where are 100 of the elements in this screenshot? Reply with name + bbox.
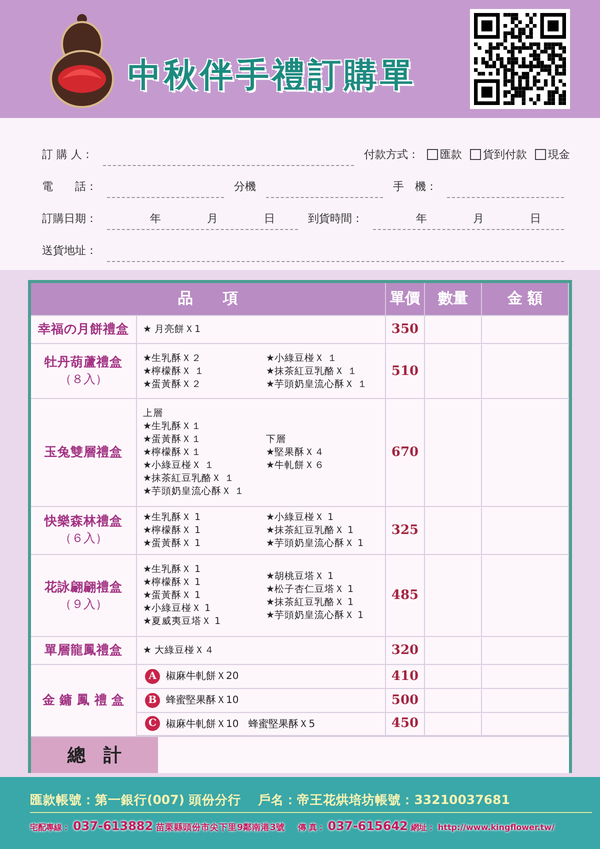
- contents-line: 椒麻牛軋餅Ｘ10 蜂蜜堅果酥Ｘ5: [166, 718, 316, 731]
- checkbox-label: 貨到付款: [483, 147, 527, 162]
- unit-price: 510: [386, 344, 425, 398]
- fill-in-line[interactable]: [107, 260, 564, 262]
- layer-heading: 下層: [266, 432, 287, 446]
- unit-price: 410: [386, 665, 425, 689]
- contents-line: 椒麻牛軋餅Ｘ20: [166, 670, 239, 684]
- contact-label: 宅配專線：: [30, 822, 70, 833]
- contact-label: 傳 真：: [298, 822, 325, 833]
- fill-in-line[interactable]: [266, 196, 383, 198]
- contents-line: ★松子杏仁豆塔Ｘ 1: [266, 582, 355, 596]
- option-badge: A: [145, 668, 160, 684]
- field-label: 送貨地址：: [42, 243, 97, 259]
- option-badge: C: [145, 716, 160, 732]
- contents-line: ★蛋黃酥Ｘ 1: [143, 589, 202, 602]
- gift-box-name: 快樂森林禮盒: [44, 513, 122, 530]
- option-badge: B: [145, 692, 160, 708]
- unit-price: 500: [386, 688, 425, 713]
- layer-heading: 上層: [143, 406, 164, 420]
- gift-box-name: 花詠翩翩禮盒: [44, 578, 122, 596]
- contents-line: ★芋頭奶皇流心酥Ｘ 1: [266, 536, 365, 550]
- contents-line: ★檸檬酥Ｘ 1: [143, 576, 202, 590]
- gift-box-name: 牡丹葫蘆禮盒: [44, 354, 122, 372]
- unit-price: 670: [386, 398, 425, 506]
- unit-price: 325: [386, 506, 425, 554]
- quantity-cell[interactable]: [425, 712, 482, 736]
- field-label: 訂 購 人：: [42, 147, 93, 163]
- gift-box-name: 玉兔雙層禮盒: [44, 444, 122, 461]
- unit-price: 320: [386, 637, 425, 664]
- contents-line: ★牛軋餅Ｘ６: [266, 458, 326, 472]
- contents-line: ★生乳酥Ｘ１: [143, 420, 203, 433]
- contents-line: ★檸檬酥Ｘ１: [143, 446, 203, 459]
- contents-line: ★蛋黃酥Ｘ 1: [143, 536, 202, 550]
- column-header: 品 項: [31, 283, 386, 315]
- checkbox[interactable]: [535, 149, 546, 160]
- piece-count: （６入）: [60, 530, 108, 548]
- contents-line: ★檸檬酥Ｘ １: [143, 364, 206, 378]
- date-unit: 年: [150, 211, 161, 227]
- contents-line: ★胡桃豆塔Ｘ 1: [266, 570, 335, 583]
- contents-line: ★小綠豆椪Ｘ 1: [266, 510, 335, 524]
- date-unit: 日: [264, 211, 275, 227]
- fill-in-line[interactable]: [447, 196, 564, 198]
- contents-line: 蜂蜜堅果酥Ｘ10: [166, 694, 239, 708]
- phone-number: 037-615642: [328, 819, 408, 833]
- gift-box-name: 金 鏞 鳳 禮 盒: [42, 692, 125, 710]
- checkbox[interactable]: [470, 149, 481, 160]
- contents-line: ★生乳酥Ｘ 1: [143, 510, 202, 524]
- contents-line: ★芋頭奶皇流心酥Ｘ １: [266, 378, 369, 391]
- field-label: 手 機：: [393, 179, 437, 195]
- date-unit: 月: [473, 211, 484, 227]
- contents-line: ★夏威夷豆塔Ｘ 1: [143, 615, 222, 628]
- contents-line: ★蛋黃酥Ｘ２: [143, 378, 203, 391]
- contents-line: ★抹茶紅豆乳酪Ｘ １: [143, 472, 236, 485]
- contents-line: ★堅果酥Ｘ４: [266, 446, 326, 459]
- field-label: 電 話：: [42, 179, 97, 195]
- unit-price: 350: [386, 316, 425, 344]
- date-fill-in-line[interactable]: 年 月 日: [107, 211, 298, 230]
- date-unit: 年: [416, 211, 427, 227]
- date-unit: 月: [207, 211, 218, 227]
- contents-line: ★小綠豆椪Ｘ 1: [143, 602, 212, 616]
- piece-count: （８入）: [60, 371, 108, 388]
- field-label: 訂購日期：: [42, 211, 97, 227]
- qr-code-icon: [470, 9, 570, 109]
- contents-line: ★芋頭奶皇流心酥Ｘ １: [143, 484, 246, 498]
- fill-in-line[interactable]: [107, 196, 224, 198]
- piece-count: （９入）: [60, 596, 108, 613]
- column-header: 金 額: [482, 283, 569, 315]
- page-title: 中秋伴手禮訂購單: [128, 54, 417, 96]
- field-label: 到貨時間：: [308, 211, 363, 227]
- contents-line: ★芋頭奶皇流心酥Ｘ 1: [266, 608, 365, 622]
- unit-price: 485: [386, 555, 425, 636]
- address-text: 苗栗縣頭份市尖下里9鄰南港3號: [156, 822, 285, 834]
- contents-line: ★蛋黃酥Ｘ１: [143, 432, 203, 446]
- contents-line: ★ 月亮餅Ｘ1: [143, 323, 202, 336]
- contents-line: ★抹茶紅豆乳酪Ｘ 1: [266, 524, 355, 537]
- contents-line: ★小綠豆椪Ｘ １: [266, 352, 339, 365]
- checkbox-label: 匯款: [440, 147, 462, 162]
- column-header: 數量: [425, 283, 482, 315]
- contact-label: 網址：: [410, 822, 435, 833]
- contents-line: ★ 大綠豆椪Ｘ４: [143, 644, 216, 658]
- contents-line: ★抹茶紅豆乳酪Ｘ 1: [266, 596, 355, 609]
- checkbox[interactable]: [427, 149, 438, 160]
- date-fill-in-line[interactable]: 年 月 日: [373, 211, 564, 230]
- contents-line: ★生乳酥Ｘ 1: [143, 563, 202, 576]
- unit-price: 450: [386, 712, 425, 736]
- date-unit: 日: [530, 211, 541, 227]
- column-header: 單價: [386, 283, 425, 315]
- contents-line: ★小綠豆椪Ｘ １: [143, 458, 216, 472]
- field-label: 付款方式：: [364, 147, 419, 163]
- gift-box-name: 幸福の月餅禮盒: [38, 321, 129, 338]
- fill-in-line[interactable]: [103, 164, 354, 166]
- field-label: 分機: [234, 179, 256, 195]
- gift-box-name: 單層龍鳳禮盒: [44, 642, 122, 660]
- phone-number: 037-613882: [73, 819, 154, 833]
- bank-account-text: 匯款帳號：第一銀行(007) 頭份分行 戶名：帝王花烘培坊帳號：33210037681: [30, 792, 592, 813]
- quantity-cell[interactable]: [425, 665, 482, 689]
- checkbox-label: 現金: [548, 147, 570, 162]
- contents-line: ★生乳酥Ｘ２: [143, 352, 203, 365]
- quantity-cell[interactable]: [425, 688, 482, 713]
- contents-line: ★檸檬酥Ｘ 1: [143, 524, 202, 537]
